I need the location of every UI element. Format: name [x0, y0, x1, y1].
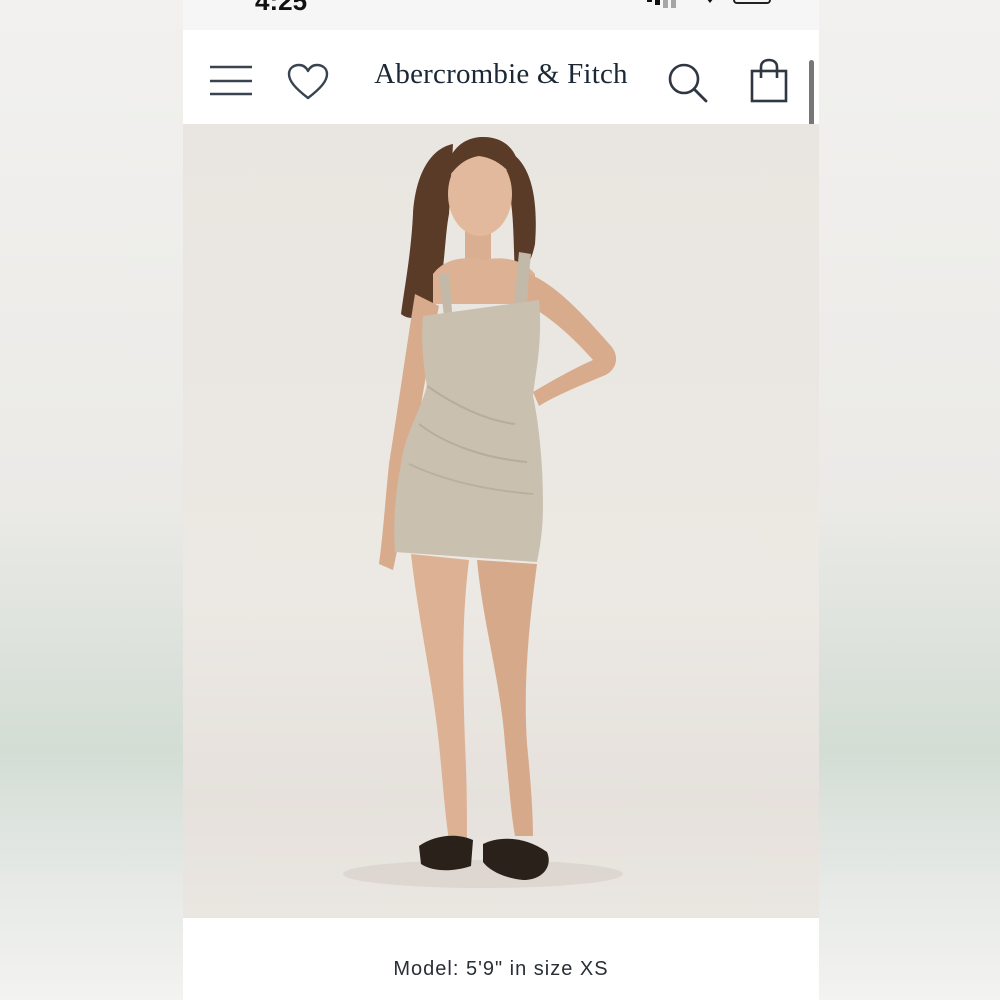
battery-icon: [733, 0, 771, 4]
status-bar: 4:25: [183, 0, 819, 30]
shopping-bag-icon[interactable]: [749, 58, 789, 109]
product-image[interactable]: [183, 124, 819, 918]
model-size-caption: Model: 5'9" in size XS: [393, 958, 609, 980]
menu-icon[interactable]: [209, 64, 253, 101]
product-caption-area: Model: 5'9" in size XS: [183, 918, 819, 1000]
heart-icon[interactable]: [287, 63, 329, 106]
blurred-backdrop-right: [819, 0, 1000, 1000]
blurred-backdrop-left: [0, 0, 183, 1000]
search-icon[interactable]: [667, 62, 709, 109]
status-time: 4:25: [255, 0, 308, 16]
wifi-icon: [703, 0, 717, 3]
model-illustration: [343, 136, 623, 888]
phone-screen: 4:25 Abercrombie & Fitch Model: 5'9" in …: [183, 0, 819, 1000]
site-header: Abercrombie & Fitch: [183, 30, 819, 124]
brand-logo[interactable]: Abercrombie & Fitch: [369, 58, 633, 91]
